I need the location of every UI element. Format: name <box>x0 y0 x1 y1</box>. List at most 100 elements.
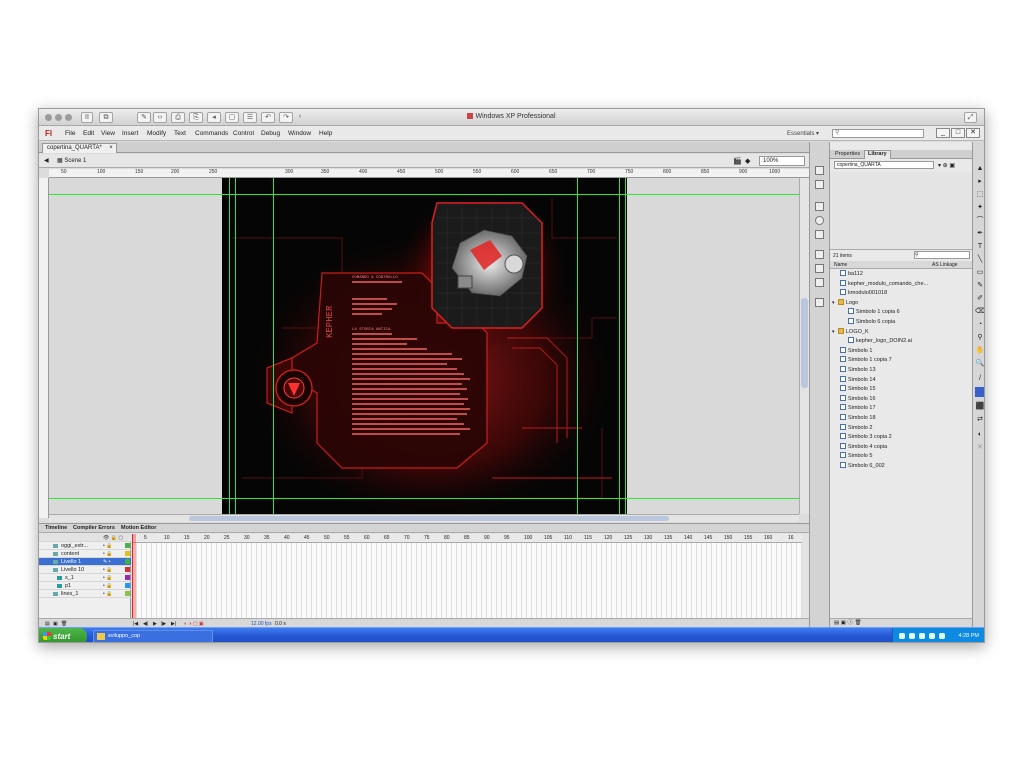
layer-visibility-icons[interactable]: • 🔒 <box>103 582 112 590</box>
pencil-icon[interactable]: ✎ • <box>103 558 110 566</box>
tab-motion-editor[interactable]: Motion Editor <box>121 525 156 531</box>
menu-help[interactable]: Help <box>319 130 332 137</box>
menu-edit[interactable]: Edit <box>83 130 94 137</box>
guide-line-v4[interactable] <box>577 178 578 514</box>
library-item[interactable]: Simbolo 6 copia <box>830 318 972 328</box>
menu-debug[interactable]: Debug <box>261 130 280 137</box>
guide-line-v2[interactable] <box>235 178 236 514</box>
line-tool-icon[interactable]: ╲ <box>975 255 984 265</box>
layer-color-swatch[interactable] <box>125 559 130 564</box>
library-document-select[interactable]: copertina_QUARTA <box>834 161 934 169</box>
search-input[interactable]: ⚲ <box>832 129 924 138</box>
pencil-tool-icon[interactable]: ✎ <box>975 281 984 291</box>
stage-canvas[interactable]: KEPHER COMANDO & CONTROLLO LA STORIA ANT… <box>222 178 627 514</box>
text-tool-icon[interactable]: T <box>975 242 984 252</box>
library-item[interactable]: kmodulo001018 <box>830 289 972 299</box>
library-item[interactable]: Simbolo 5 <box>830 452 972 462</box>
menu-modify[interactable]: Modify <box>147 130 166 137</box>
back-arrow-icon[interactable]: ◀ <box>44 157 49 164</box>
close-button[interactable]: ✕ <box>966 128 980 138</box>
taskbar-item-sviluppo[interactable]: sviluppo_cop <box>93 630 213 642</box>
workspace-switcher[interactable]: Essentials ▾ <box>787 129 827 139</box>
library-item[interactable]: kepher_logo_DOIN2.ai <box>830 337 972 347</box>
delete-icon[interactable]: 🗑 <box>855 620 862 626</box>
library-item[interactable]: Simbolo 1 copia 6 <box>830 308 972 318</box>
library-item[interactable]: Simbolo 3 copia 2 <box>830 433 972 443</box>
layer-row[interactable]: s_1 • 🔒 <box>39 574 131 582</box>
layer-row[interactable]: oggi_extr... • 🔒 <box>39 542 131 550</box>
fill-color-swatch[interactable]: ■ <box>975 387 984 397</box>
horizontal-scrollbar[interactable] <box>49 514 799 522</box>
tab-copertina[interactable]: copertina_QUARTA* × <box>42 143 117 153</box>
guide-line-v6[interactable] <box>625 178 626 514</box>
frame-ruler[interactable]: 5 10 15 20 25 30 35 40 45 50 55 60 65 70… <box>132 534 802 543</box>
maximize-button[interactable]: □ <box>951 128 965 138</box>
library-item[interactable]: Simbolo 18 <box>830 414 972 424</box>
library-icon[interactable] <box>815 180 824 189</box>
scene-breadcrumb[interactable]: ▦ Scene 1 <box>57 157 86 164</box>
lasso-tool-icon[interactable]: ⌒ <box>975 216 984 226</box>
pin-icon[interactable]: ▾ ⊕ ▣ <box>938 162 955 169</box>
start-button[interactable]: start <box>39 628 87 642</box>
eyedropper-tool-icon[interactable]: ⚲ <box>975 333 984 343</box>
menu-window[interactable]: Window <box>288 130 311 137</box>
3d-rotation-tool-icon[interactable]: ✦ <box>975 203 984 213</box>
menu-text[interactable]: Text <box>174 130 186 137</box>
layer-visibility-icons[interactable]: • 🔒 <box>103 542 112 550</box>
transform-icon[interactable] <box>815 230 824 239</box>
library-item[interactable]: ▾ Logo <box>830 298 972 309</box>
swatches-icon[interactable] <box>815 264 824 273</box>
column-linkage[interactable]: AS Linkage <box>932 261 958 269</box>
edit-scene-icon[interactable]: 🎬 <box>733 157 742 165</box>
tab-properties[interactable]: Properties <box>832 151 863 157</box>
black-white-icon[interactable]: ⬛ <box>975 402 984 412</box>
guide-line-v5[interactable] <box>619 178 620 514</box>
pen-tool-icon[interactable]: ✒ <box>975 229 984 239</box>
menu-view[interactable]: View <box>101 130 115 137</box>
layer-color-swatch[interactable] <box>125 575 130 580</box>
tray-icon[interactable] <box>909 633 915 639</box>
library-item[interactable]: kepher_modulo_comando_che... <box>830 279 972 290</box>
tray-icon[interactable] <box>919 633 925 639</box>
menu-control[interactable]: Control <box>233 130 254 137</box>
paint-bucket-tool-icon[interactable]: ◔ <box>975 320 984 330</box>
layer-color-swatch[interactable] <box>125 583 130 588</box>
scroll-thumb[interactable] <box>801 298 808 388</box>
library-item[interactable]: Simbolo 2 <box>830 423 972 434</box>
tab-timeline[interactable]: Timeline <box>45 525 67 531</box>
properties-icon[interactable]: ⓘ <box>847 620 854 626</box>
layer-visibility-icons[interactable]: • 🔒 <box>103 590 112 598</box>
eraser-tool-icon[interactable]: ⌫ <box>975 307 984 317</box>
brush-tool-icon[interactable]: ✐ <box>975 294 984 304</box>
layer-row[interactable]: content • 🔒 <box>39 550 131 558</box>
library-item[interactable]: Simbolo 6_002 <box>830 462 972 472</box>
layer-row[interactable]: Livello 10 • 🔒 <box>39 566 131 574</box>
library-item[interactable]: Simbolo 1 <box>830 346 972 357</box>
layer-visibility-icons[interactable]: • 🔒 <box>103 574 112 582</box>
close-tab-icon[interactable]: × <box>109 144 113 153</box>
layer-row[interactable]: p1 • 🔒 <box>39 582 131 590</box>
zoom-tool-icon[interactable]: 🔍 <box>975 359 984 369</box>
library-search-input[interactable]: ⚲ <box>914 251 970 259</box>
smooth-icon[interactable]: ✕ <box>975 443 984 453</box>
properties-icon[interactable] <box>815 166 824 175</box>
tab-library[interactable]: Library <box>864 150 891 159</box>
hand-tool-icon[interactable]: ✋ <box>975 346 984 356</box>
layer-row-selected[interactable]: Livello 1 ✎ • <box>39 558 131 566</box>
layer-visibility-icons[interactable]: • 🔒 <box>103 566 112 574</box>
fullscreen-icon[interactable]: ⤢ <box>964 112 977 123</box>
motion-presets-icon[interactable] <box>815 278 824 287</box>
guide-line-bottom[interactable] <box>49 498 799 499</box>
swap-colors-icon[interactable]: ⇄ <box>975 415 984 425</box>
free-transform-tool-icon[interactable]: ⬚ <box>975 190 984 200</box>
layer-color-swatch[interactable] <box>125 551 130 556</box>
library-item[interactable]: Simbolo 13 <box>830 366 972 376</box>
tray-icon[interactable] <box>899 633 905 639</box>
library-item[interactable]: Simbolo 16 <box>830 394 972 405</box>
column-name[interactable]: Name <box>834 261 847 269</box>
layer-row[interactable]: lines_1 • 🔒 <box>39 590 131 598</box>
frame-grid[interactable]: 5 10 15 20 25 30 35 40 45 50 55 60 65 70… <box>132 534 802 618</box>
color-icon[interactable] <box>815 250 824 259</box>
tray-icon[interactable] <box>939 633 945 639</box>
subselection-tool-icon[interactable]: ▸ <box>975 177 984 187</box>
